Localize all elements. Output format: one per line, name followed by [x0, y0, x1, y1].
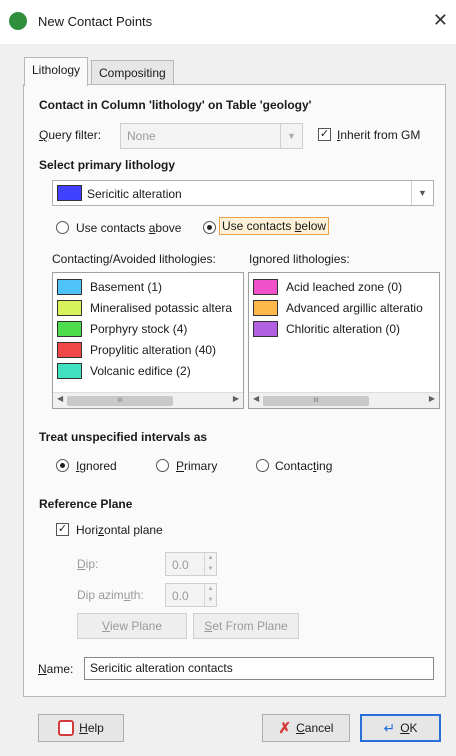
list-item-label: Advanced argillic alteratio [286, 301, 423, 315]
dip-azimuth-value: 0.0 [172, 589, 189, 603]
dip-value: 0.0 [172, 558, 189, 572]
unspecified-primary-radio[interactable] [156, 459, 169, 472]
list-item-label: Volcanic edifice (2) [90, 364, 191, 378]
primary-lithology-combo[interactable]: Sericitic alteration ▼ [52, 180, 434, 206]
chevron-down-icon: ▼ [411, 181, 433, 205]
window-title: New Contact Points [38, 14, 153, 29]
reference-plane-heading: Reference Plane [39, 497, 133, 511]
color-swatch [57, 321, 82, 337]
color-swatch [253, 300, 278, 316]
color-swatch [253, 279, 278, 295]
contact-heading: Contact in Column 'lithology' on Table '… [39, 98, 312, 112]
color-swatch [57, 363, 82, 379]
name-input[interactable]: Sericitic alteration contacts [84, 657, 434, 680]
list-item-label: Mineralised potassic altera [90, 301, 233, 315]
inherit-checkbox[interactable]: ✓ [318, 128, 331, 141]
primary-selected: Sericitic alteration [87, 187, 182, 201]
use-contacts-below-radio[interactable] [203, 221, 216, 234]
query-filter-value: None [127, 129, 156, 143]
horizontal-plane-checkbox[interactable]: ✓ [56, 523, 69, 536]
unspecified-contacting-radio[interactable] [256, 459, 269, 472]
unspecified-ignored-label[interactable]: Ignored [76, 459, 117, 473]
query-filter-label-text: uery filter: [48, 128, 102, 142]
dip-azimuth-label: Dip azimuth: [77, 588, 144, 602]
scroll-left-icon[interactable]: ◀ [253, 394, 259, 403]
spin-arrows-icon[interactable]: ▲ ▼ [204, 584, 216, 606]
color-swatch [253, 321, 278, 337]
list-item-label: Chloritic alteration (0) [286, 322, 401, 336]
unspecified-primary-label[interactable]: Primary [176, 459, 217, 473]
ignored-list[interactable]: Acid leached zone (0) Advanced argillic … [248, 272, 440, 409]
use-contacts-above-label[interactable]: Use contacts above [76, 221, 181, 235]
scroll-thumb[interactable]: III [263, 396, 369, 406]
color-swatch [57, 279, 82, 295]
chevron-down-icon: ▼ [280, 124, 302, 148]
dip-azimuth-spinbox[interactable]: 0.0 ▲ ▼ [165, 583, 217, 607]
cancel-x-icon: ✗ [278, 720, 292, 737]
horizontal-plane-label[interactable]: Horizontal plane [76, 523, 163, 537]
ok-button[interactable]: ↵ OK [360, 714, 441, 742]
set-from-plane-button[interactable]: Set From Plane [193, 613, 299, 639]
scroll-right-icon[interactable]: ▶ [429, 394, 435, 403]
app-logo-icon [9, 12, 27, 30]
list-item-label: Basement (1) [90, 280, 163, 294]
close-icon[interactable]: ✕ [433, 11, 448, 29]
dip-spinbox[interactable]: 0.0 ▲ ▼ [165, 552, 217, 576]
tab-compositing[interactable]: Compositing [91, 60, 174, 86]
unspecified-ignored-radio[interactable] [56, 459, 69, 472]
query-filter-label: Query filter: [39, 128, 102, 142]
list-item-label: Porphyry stock (4) [90, 322, 188, 336]
dip-label: Dip: [77, 557, 99, 571]
use-contacts-above-radio[interactable] [56, 221, 69, 234]
color-swatch [57, 300, 82, 316]
scroll-left-icon[interactable]: ◀ [57, 394, 63, 403]
horizontal-scrollbar[interactable]: ◀ III ▶ [249, 392, 439, 408]
title-bar: New Contact Points ✕ [0, 0, 456, 44]
contacting-list[interactable]: Basement (1) Mineralised potassic altera… [52, 272, 244, 409]
scroll-right-icon[interactable]: ▶ [233, 394, 239, 403]
help-lifebuoy-icon [58, 720, 75, 736]
primary-heading: Select primary lithology [39, 158, 176, 172]
view-plane-button[interactable]: View Plane [77, 613, 187, 639]
list-item-label: Propylitic alteration (40) [90, 343, 217, 357]
use-contacts-below-label[interactable]: Use contacts below [219, 217, 330, 235]
primary-color-swatch [57, 185, 82, 201]
contacting-heading: Contacting/Avoided lithologies: [52, 252, 216, 266]
unspecified-contacting-label[interactable]: Contacting [275, 459, 332, 473]
scroll-thumb[interactable]: III [67, 396, 173, 406]
query-filter-combo[interactable]: None ▼ [120, 123, 303, 149]
cancel-button[interactable]: ✗ Cancel [262, 714, 350, 742]
ignored-heading: Ignored lithologies: [249, 252, 350, 266]
ok-enter-icon: ↵ [383, 719, 396, 736]
spin-arrows-icon[interactable]: ▲ ▼ [204, 553, 216, 575]
inherit-label: Inherit from GM [337, 128, 421, 142]
unspecified-heading: Treat unspecified intervals as [39, 430, 208, 444]
name-label: Name: [38, 662, 74, 676]
help-button[interactable]: Help [38, 714, 124, 742]
tab-lithology[interactable]: Lithology [24, 57, 89, 86]
color-swatch [57, 342, 82, 358]
list-item-label: Acid leached zone (0) [286, 280, 403, 294]
horizontal-scrollbar[interactable]: ◀ III ▶ [53, 392, 243, 408]
